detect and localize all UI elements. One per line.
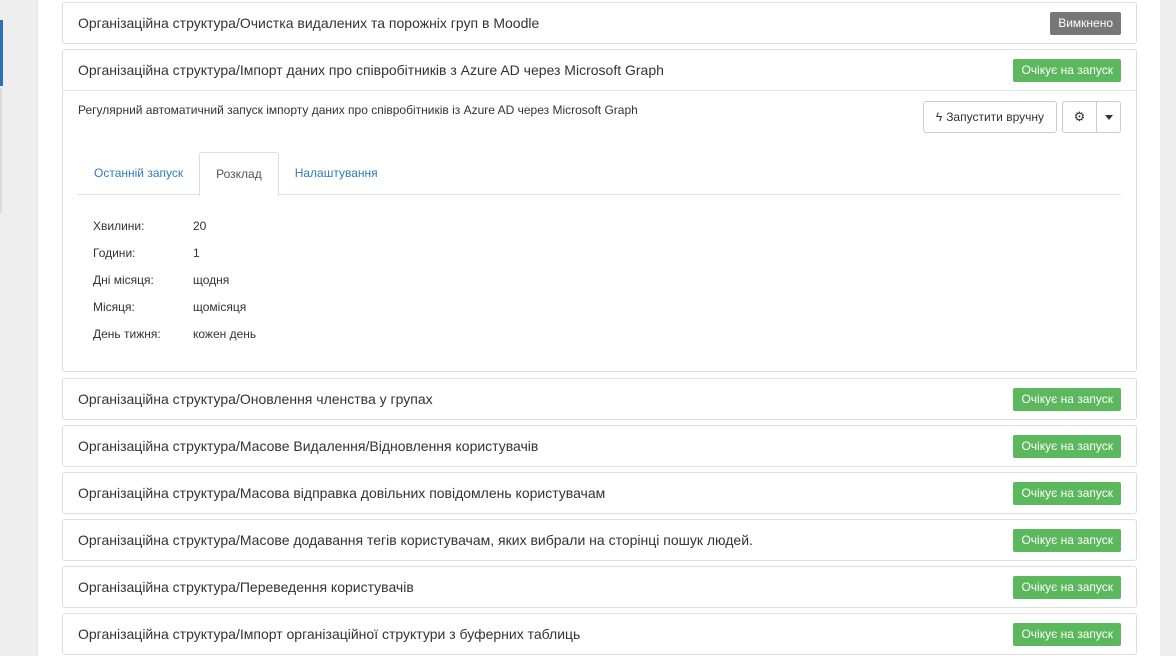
sidebar-divider	[0, 88, 2, 213]
schedule-row: Години: 1	[93, 246, 256, 273]
schedule-label: День тижня:	[93, 327, 161, 341]
schedule-label: Хвилини:	[93, 219, 145, 233]
task-panel[interactable]: Організаційна структура/Переведення кори…	[62, 566, 1137, 608]
sidebar-active-indicator	[0, 20, 3, 86]
task-details: Регулярний автоматичний запуск імпорту д…	[63, 90, 1136, 371]
status-badge: Очікує на запуск	[1013, 434, 1121, 458]
run-manually-label: Запустити вручну	[946, 110, 1044, 124]
main-content: Організаційна структура/Очистка видалени…	[38, 0, 1160, 656]
status-badge: Очікує на запуск	[1013, 575, 1121, 599]
task-title: Організаційна структура/Масова відправка…	[78, 485, 606, 501]
status-badge: Очікує на запуск	[1013, 622, 1121, 646]
schedule-label: Години:	[93, 246, 136, 260]
task-header[interactable]: Організаційна структура/Масова відправка…	[63, 473, 1136, 513]
left-sidebar	[0, 0, 38, 656]
run-manually-button[interactable]: ϟ Запустити вручну	[922, 101, 1057, 133]
chevron-down-icon	[1104, 114, 1113, 120]
gear-icon: ⚙	[1073, 109, 1086, 124]
status-badge: Очікує на запуск	[1013, 481, 1121, 505]
task-panel-expanded[interactable]: Організаційна структура/Імпорт даних про…	[62, 49, 1137, 372]
task-title: Організаційна структура/Імпорт даних про…	[78, 62, 664, 78]
task-panel[interactable]: Організаційна структура/Масова відправка…	[62, 472, 1137, 514]
tab-last-run[interactable]: Останній запуск	[78, 152, 199, 195]
task-title: Організаційна структура/Переведення кори…	[78, 579, 414, 595]
task-header[interactable]: Організаційна структура/Імпорт організац…	[63, 614, 1136, 654]
task-header[interactable]: Організаційна структура/Оновлення членст…	[63, 379, 1136, 419]
task-header[interactable]: Організаційна структура/Імпорт даних про…	[63, 50, 1136, 90]
task-actions: ϟ Запустити вручну ⚙	[922, 101, 1121, 133]
status-badge: Очікує на запуск	[1013, 528, 1121, 552]
task-header[interactable]: Організаційна структура/Очистка видалени…	[63, 3, 1136, 43]
task-title: Організаційна структура/Імпорт організац…	[78, 626, 581, 642]
task-panel[interactable]: Організаційна структура/Імпорт організац…	[62, 613, 1137, 655]
schedule-value: 1	[193, 246, 200, 260]
schedule-label: Дні місяця:	[93, 273, 154, 287]
schedule-value: кожен день	[193, 327, 257, 341]
tab-settings[interactable]: Налаштування	[279, 152, 394, 195]
schedule-value: 20	[193, 219, 207, 233]
right-gutter	[1160, 0, 1176, 656]
gear-button[interactable]: ⚙	[1062, 101, 1097, 133]
schedule-row: День тижня: кожен день	[93, 327, 256, 354]
bolt-icon: ϟ	[935, 110, 943, 124]
status-badge: Очікує на запуск	[1013, 387, 1121, 411]
status-badge: Очікує на запуск	[1013, 58, 1121, 82]
task-title: Організаційна структура/Оновлення членст…	[78, 391, 433, 407]
task-title: Організаційна структура/Масове Видалення…	[78, 438, 539, 454]
task-panel[interactable]: Організаційна структура/Оновлення членст…	[62, 378, 1137, 420]
task-panel[interactable]: Організаційна структура/Масове додавання…	[62, 519, 1137, 561]
task-panel[interactable]: Організаційна структура/Масове Видалення…	[62, 425, 1137, 467]
task-header[interactable]: Організаційна структура/Масове Видалення…	[63, 426, 1136, 466]
task-header[interactable]: Організаційна структура/Масове додавання…	[63, 520, 1136, 560]
settings-dropdown: ⚙	[1062, 101, 1121, 133]
task-header[interactable]: Організаційна структура/Переведення кори…	[63, 567, 1136, 607]
schedule-value: щодня	[193, 273, 230, 287]
schedule-label: Місяця:	[93, 300, 135, 314]
schedule-row: Дні місяця: щодня	[93, 273, 256, 300]
tab-schedule[interactable]: Розклад	[199, 152, 279, 196]
task-title: Організаційна структура/Масове додавання…	[78, 532, 753, 548]
schedule-value: щомісяця	[193, 300, 247, 314]
schedule-list: Хвилини: 20 Години: 1 Дні місяця: щодня …	[93, 219, 256, 354]
task-tabs: Останній запуск Розклад Налаштування	[78, 152, 1121, 196]
schedule-row: Місяця: щомісяця	[93, 300, 256, 327]
task-title: Організаційна структура/Очистка видалени…	[78, 15, 540, 31]
schedule-row: Хвилини: 20	[93, 219, 256, 246]
dropdown-toggle-button[interactable]	[1097, 101, 1121, 133]
status-badge: Вимкнено	[1050, 11, 1121, 35]
task-panel[interactable]: Організаційна структура/Очистка видалени…	[62, 2, 1137, 44]
